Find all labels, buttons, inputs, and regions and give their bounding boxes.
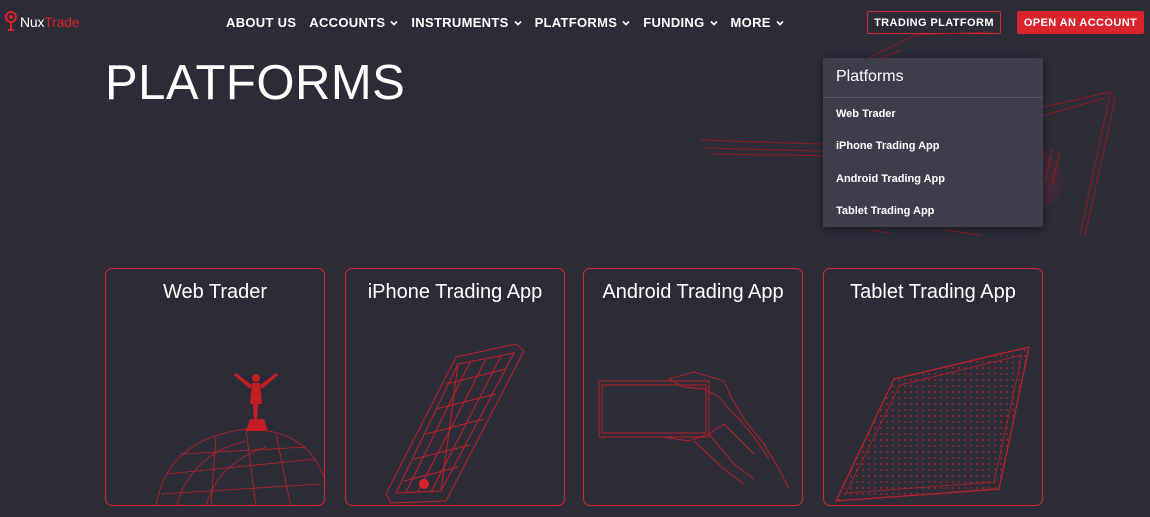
nav-platforms[interactable]: PLATFORMS [535,15,631,30]
chevron-down-icon [622,20,630,26]
card-tablet-trading-app[interactable]: Tablet Trading App [823,268,1043,506]
nav-about-us[interactable]: ABOUT US [226,15,296,30]
nav-funding[interactable]: FUNDING [643,15,718,30]
nav-more[interactable]: MORE [731,15,784,30]
hand-phone-icon [598,371,790,490]
chevron-down-icon [390,20,398,26]
page-title: PLATFORMS [105,56,406,110]
phone-icon [385,343,525,504]
nav-instruments[interactable]: INSTRUMENTS [411,15,522,30]
dropdown-item-android-app[interactable]: Android Trading App [823,163,1043,195]
card-iphone-trading-app[interactable]: iPhone Trading App [345,268,565,506]
dropdown-title: Platforms [823,58,1043,98]
tablet-icon [835,346,1030,502]
dropdown-item-tablet-app[interactable]: Tablet Trading App [823,195,1043,227]
dropdown-item-web-trader[interactable]: Web Trader [823,98,1043,130]
card-web-trader[interactable]: Web Trader [105,268,325,506]
chevron-down-icon [776,20,784,26]
logo-text: NuxTrade [20,14,80,30]
globe-man-icon [155,373,324,505]
main-nav: ABOUT US ACCOUNTS INSTRUMENTS PLATFORMS … [226,15,797,30]
logo-icon [5,11,17,31]
card-android-trading-app[interactable]: Android Trading App [583,268,803,506]
nav-accounts[interactable]: ACCOUNTS [309,15,398,30]
logo[interactable]: NuxTrade [4,10,80,34]
dropdown-item-iphone-app[interactable]: iPhone Trading App [823,130,1043,162]
chevron-down-icon [709,20,718,26]
chevron-down-icon [514,20,522,26]
platforms-dropdown-menu: Platforms Web Trader iPhone Trading App … [823,58,1043,227]
